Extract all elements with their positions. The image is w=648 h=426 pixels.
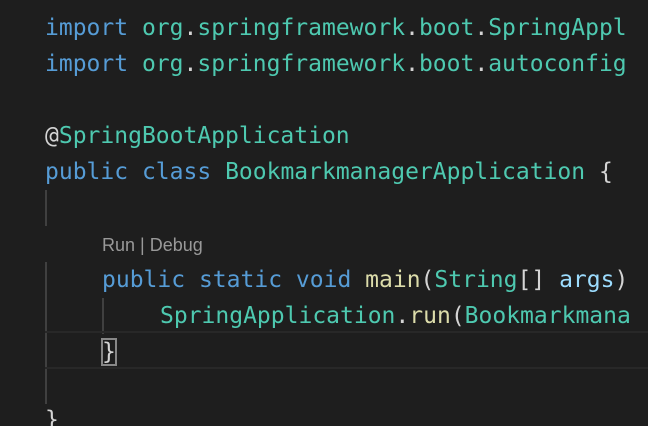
annotation-name: SpringBootApplication	[58, 123, 350, 149]
codelens: Run | Debug	[102, 234, 203, 256]
method-name: main	[365, 267, 421, 293]
indent-guide	[45, 190, 47, 226]
keyword-void: void	[295, 267, 352, 293]
keyword-public: public	[45, 159, 129, 185]
dot: .	[405, 15, 419, 41]
open-brace: {	[598, 159, 613, 185]
codelens-separator: |	[135, 235, 150, 255]
code-line-main-method[interactable]: public static void main(String[] args)	[102, 262, 628, 298]
array-brackets: []	[517, 267, 546, 293]
package-segment: org	[141, 51, 184, 77]
dot: .	[183, 15, 198, 41]
package-segment: org	[141, 15, 184, 41]
keyword-public: public	[102, 267, 186, 293]
keyword-class: class	[141, 159, 212, 185]
dot: .	[474, 51, 489, 77]
dot: .	[183, 51, 198, 77]
dot: .	[474, 15, 489, 41]
code-line-annotation[interactable]: @SpringBootApplication	[45, 118, 350, 154]
package-segment: boot	[418, 51, 475, 77]
package-segment: springframework	[197, 15, 406, 41]
dot: .	[405, 51, 419, 77]
code-line-close-method[interactable]: }	[101, 334, 117, 370]
class-name: BookmarkmanagerApplication	[225, 159, 586, 185]
argument: Bookmarkmana	[464, 303, 631, 329]
code-line-import-1[interactable]: import org.springframework.boot.SpringAp…	[45, 10, 627, 46]
open-paren: (	[420, 267, 435, 293]
codelens-run-link[interactable]: Run	[102, 235, 135, 255]
package-segment: boot	[418, 15, 475, 41]
code-line-class-declaration[interactable]: public class BookmarkmanagerApplication …	[45, 154, 613, 190]
open-paren: (	[450, 303, 465, 329]
dot: .	[395, 303, 410, 329]
codelens-debug-link[interactable]: Debug	[150, 235, 203, 255]
keyword-import: import	[45, 15, 129, 41]
code-line-close-class[interactable]: }	[45, 402, 59, 426]
package-segment: springframework	[197, 51, 406, 77]
package-segment: autoconfig	[488, 51, 627, 77]
keyword-static: static	[198, 267, 283, 293]
param-type: String	[434, 267, 518, 293]
close-paren: )	[614, 267, 629, 293]
indent-guide	[102, 298, 104, 334]
keyword-import: import	[45, 51, 129, 77]
param-name: args	[559, 267, 615, 293]
matched-close-brace: }	[101, 338, 117, 366]
code-line-run-call[interactable]: SpringApplication.run(Bookmarkmana	[160, 298, 631, 334]
class-reference: SpringApplication	[160, 303, 396, 329]
annotation-at: @	[45, 123, 59, 149]
close-brace: }	[45, 407, 59, 426]
class-name: SpringAppl	[488, 15, 627, 41]
code-editor[interactable]: import org.springframework.boot.SpringAp…	[0, 0, 648, 426]
code-line-import-2[interactable]: import org.springframework.boot.autoconf…	[45, 46, 627, 82]
current-line-highlight	[45, 331, 648, 369]
method-call: run	[409, 303, 451, 329]
